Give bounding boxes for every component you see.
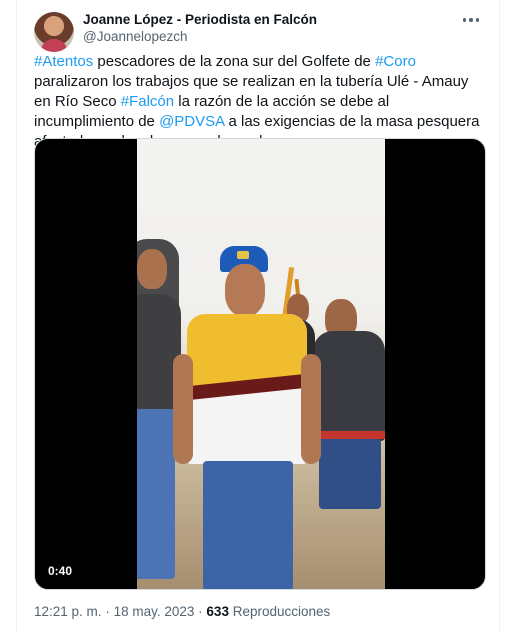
views-label: Reproducciones bbox=[232, 604, 331, 619]
tweet-text: #Atentos pescadores de la zona sur del G… bbox=[34, 52, 489, 152]
tweet-time[interactable]: 12:21 p. m. bbox=[34, 604, 102, 619]
author-avatar[interactable] bbox=[34, 12, 74, 52]
hashtag-coro[interactable]: #Coro bbox=[375, 53, 416, 70]
views-count: 633 bbox=[206, 604, 229, 619]
video-duration: 0:40 bbox=[44, 562, 77, 580]
tweet-metadata: 12:21 p. m. · 18 may. 2023 · 633 Reprodu… bbox=[34, 604, 330, 619]
more-options-icon[interactable] bbox=[457, 10, 485, 30]
author-handle[interactable]: @Joannelopezch bbox=[83, 29, 188, 44]
author-name[interactable]: Joanne López - Periodista en Falcón bbox=[83, 12, 317, 27]
hashtag-falcon[interactable]: #Falcón bbox=[121, 93, 174, 110]
meta-separator: · bbox=[105, 604, 110, 619]
video-player[interactable]: 0:40 bbox=[34, 138, 486, 590]
tweet-card: Joanne López - Periodista en Falcón @Joa… bbox=[16, 0, 500, 632]
hashtag-atentos[interactable]: #Atentos bbox=[34, 53, 93, 70]
meta-separator: · bbox=[198, 604, 203, 619]
video-frame bbox=[137, 139, 385, 589]
mention-pdvsa[interactable]: @PDVSA bbox=[159, 113, 224, 130]
tweet-text-segment: pescadores de la zona sur del Golfete de bbox=[93, 53, 376, 70]
tweet-date[interactable]: 18 may. 2023 bbox=[114, 604, 195, 619]
